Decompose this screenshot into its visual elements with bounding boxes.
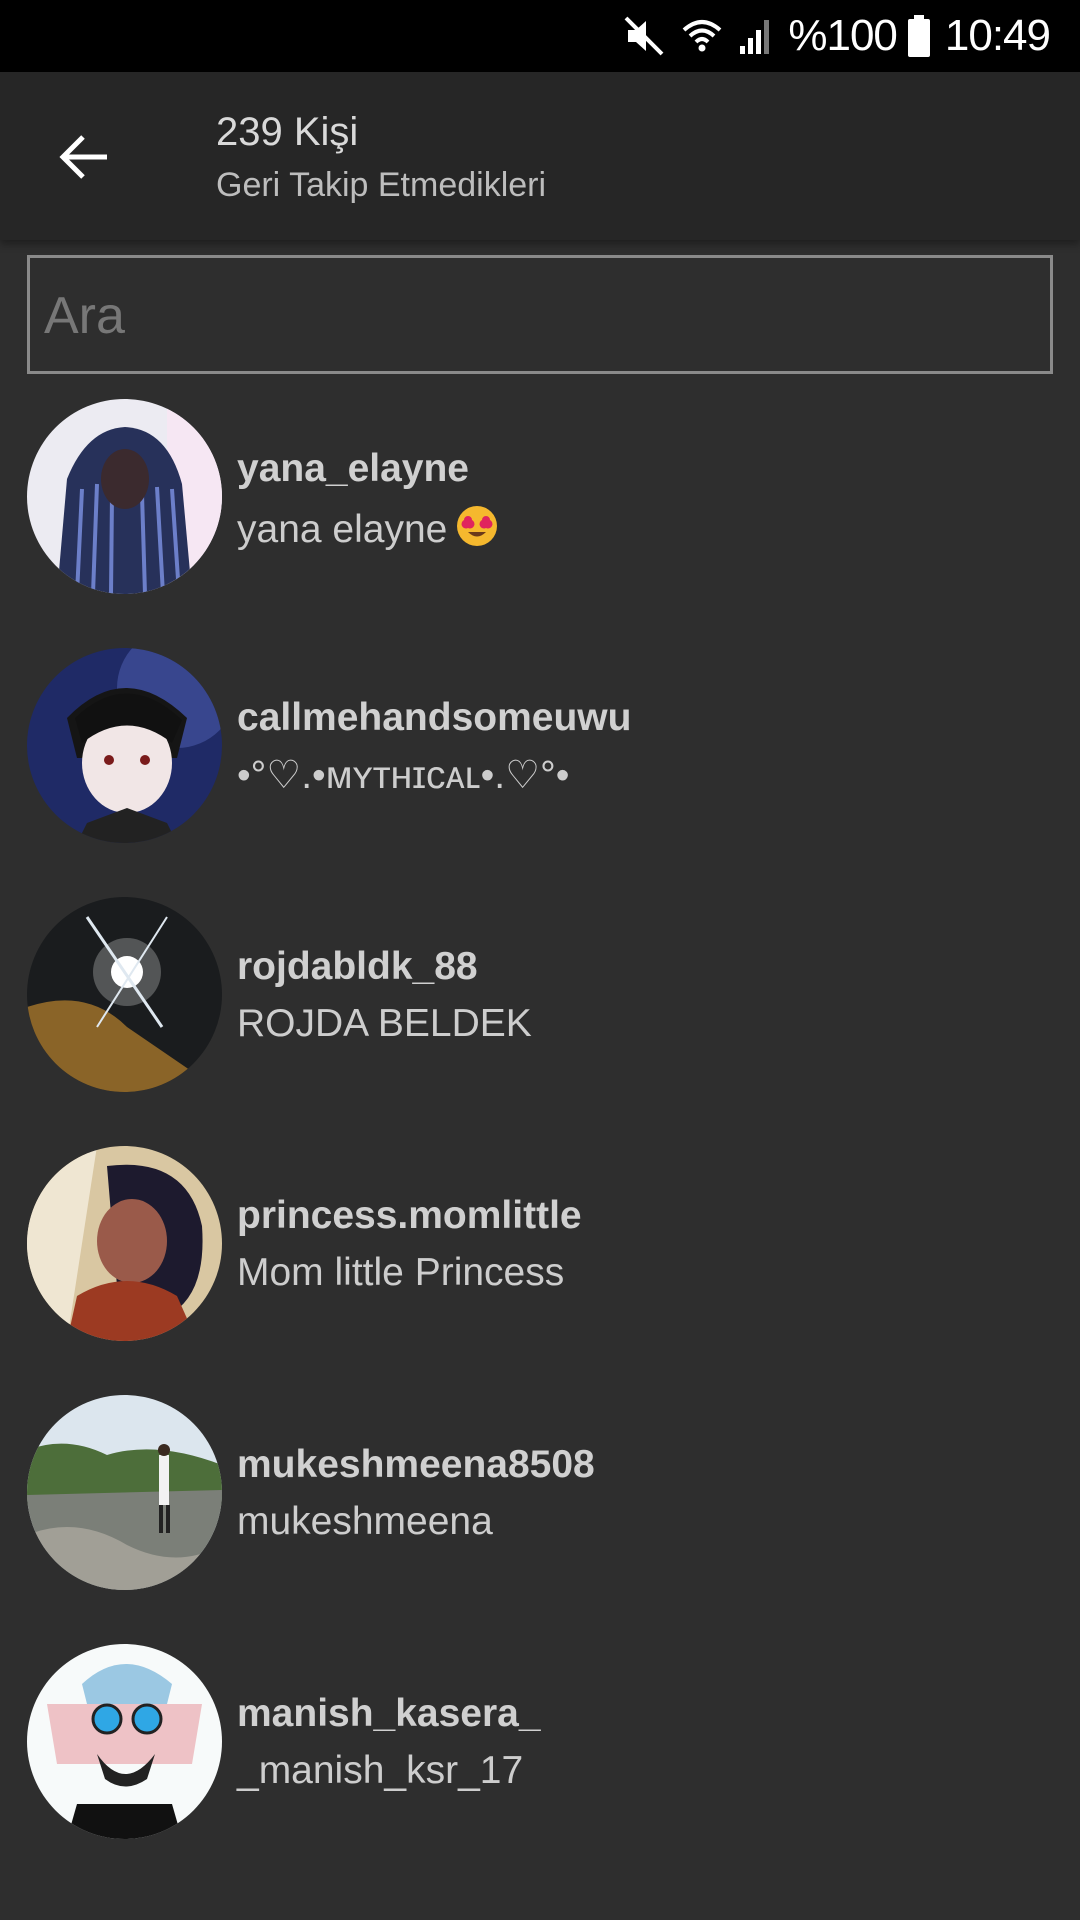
list-item[interactable]: princess.momlittle Mom little Princess	[0, 1146, 1080, 1395]
avatar	[27, 897, 222, 1092]
username: mukeshmeena8508	[237, 1443, 595, 1486]
list-item[interactable]: manish_kasera_ _manish_ksr_17	[0, 1644, 1080, 1893]
avatar	[27, 1146, 222, 1341]
list-item[interactable]: mukeshmeena8508 mukeshmeena	[0, 1395, 1080, 1644]
mute-icon	[622, 14, 666, 58]
user-list: yana_elayne yana elayne callmehandsomeuw…	[0, 399, 1080, 1893]
clock: 10:49	[944, 11, 1051, 60]
avatar	[27, 648, 222, 843]
username: manish_kasera_	[237, 1692, 541, 1735]
app-bar: 239 Kişi Geri Takip Etmedikleri	[0, 72, 1080, 240]
fullname: yana elayne	[237, 504, 499, 558]
page-subtitle: Geri Takip Etmedikleri	[216, 166, 547, 204]
avatar	[27, 1644, 222, 1839]
username: princess.momlittle	[237, 1194, 582, 1237]
back-button[interactable]	[40, 112, 130, 202]
wifi-icon	[682, 16, 722, 56]
search-box	[27, 255, 1053, 374]
list-item[interactable]: callmehandsomeuwu •°♡.•ᴍʏᴛʜɪᴄᴀʟ•.♡°•	[0, 648, 1080, 897]
fullname: Mom little Princess	[237, 1251, 565, 1294]
arrow-left-icon	[59, 135, 107, 179]
fullname-text: yana elayne	[237, 508, 448, 551]
list-item[interactable]: yana_elayne yana elayne	[0, 399, 1080, 648]
fullname: ROJDA BELDEK	[237, 1002, 532, 1045]
list-item[interactable]: rojdabldk_88 ROJDA BELDEK	[0, 897, 1080, 1146]
avatar	[27, 399, 222, 594]
page-title: 239 Kişi	[216, 110, 359, 154]
fullname: _manish_ksr_17	[237, 1749, 524, 1792]
avatar	[27, 1395, 222, 1590]
fullname: •°♡.•ᴍʏᴛʜɪᴄᴀʟ•.♡°•	[237, 754, 570, 797]
fullname: mukeshmeena	[237, 1500, 493, 1543]
username: rojdabldk_88	[237, 945, 478, 988]
battery-icon	[907, 14, 931, 58]
search-input[interactable]	[40, 258, 1036, 373]
username: yana_elayne	[237, 447, 470, 490]
username: callmehandsomeuwu	[237, 696, 632, 739]
battery-percent: %100	[788, 11, 898, 60]
status-bar: %100 10:49	[0, 0, 1080, 72]
signal-icon	[738, 16, 774, 56]
heart-eyes-emoji-icon	[455, 504, 499, 558]
